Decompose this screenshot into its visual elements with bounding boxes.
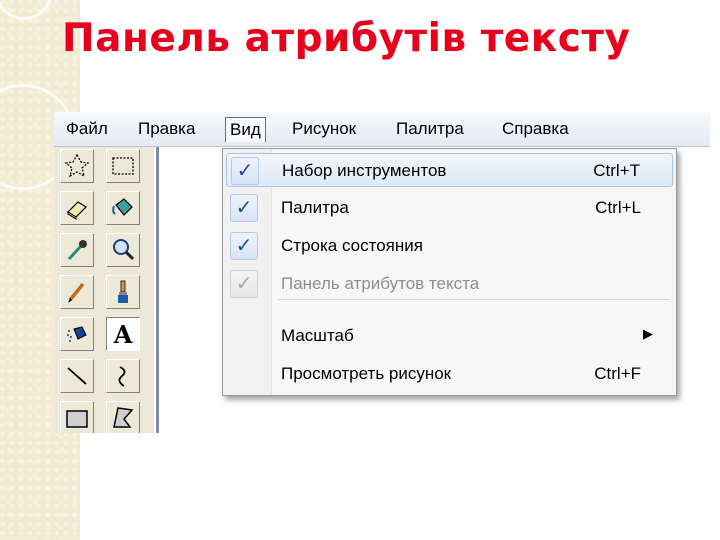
pencil-icon [68, 282, 85, 303]
slide-title: Панель атрибутів тексту [62, 16, 631, 61]
menu-file[interactable]: Файл [62, 118, 112, 140]
menu-item-status-bar[interactable]: ✓ Строка состояния [226, 229, 673, 263]
airbrush-icon [67, 326, 87, 342]
check-icon: ✓ [231, 157, 259, 185]
eraser-icon [67, 201, 87, 220]
text-tool[interactable]: A [106, 317, 140, 351]
rect-select-tool[interactable] [106, 149, 140, 183]
check-icon: ✓ [230, 194, 258, 222]
magnifier-icon [113, 239, 135, 261]
fill-tool[interactable] [106, 191, 140, 225]
menu-item-label: Просмотреть рисунок [281, 364, 452, 383]
color-picker-icon [67, 240, 87, 261]
curve-tool[interactable] [106, 359, 140, 393]
menu-bar: Файл Правка Вид Рисунок Палитра Справка [54, 112, 710, 147]
rect-select-icon [112, 157, 134, 175]
menu-separator [278, 299, 670, 300]
text-icon: A [113, 319, 133, 349]
fill-icon [112, 198, 133, 216]
menu-item-shortcut: Ctrl+T [593, 161, 640, 180]
curve-icon [118, 366, 126, 387]
menu-image[interactable]: Рисунок [288, 118, 360, 140]
free-select-icon [64, 153, 90, 178]
toolbox: A [54, 147, 154, 433]
check-icon: ✓ [230, 270, 258, 298]
brush-icon [118, 280, 128, 303]
airbrush-tool[interactable] [60, 317, 94, 351]
menu-view[interactable]: Вид [225, 117, 266, 142]
menu-item-label: Панель атрибутов текста [281, 274, 480, 293]
menu-item-label: Палитра [281, 198, 349, 217]
magnifier-tool[interactable] [106, 233, 140, 267]
color-picker-tool[interactable] [60, 233, 94, 267]
brush-tool[interactable] [106, 275, 140, 309]
rectangle-tool[interactable] [60, 401, 94, 433]
pencil-tool[interactable] [60, 275, 94, 309]
menu-item-palette[interactable]: ✓ Палитра Ctrl+L [226, 191, 673, 225]
menu-item-shortcut: Ctrl+L [595, 198, 641, 217]
menu-item-label: Масштаб [281, 326, 354, 345]
free-select-tool[interactable] [60, 149, 94, 183]
rectangle-icon [66, 410, 88, 428]
view-menu-dropdown: ✓ Набор инструментов Ctrl+T ✓ Палитра Ct… [222, 148, 677, 396]
submenu-arrow-icon: ▶ [643, 326, 653, 341]
menu-help[interactable]: Справка [498, 118, 573, 140]
line-tool[interactable] [60, 359, 94, 393]
eraser-tool[interactable] [60, 191, 94, 225]
menu-item-toolbox[interactable]: ✓ Набор инструментов Ctrl+T [226, 153, 673, 187]
menu-item-zoom[interactable]: Масштаб ▶ [226, 319, 673, 353]
menu-item-shortcut: Ctrl+F [594, 364, 641, 383]
polygon-tool[interactable] [106, 401, 140, 433]
menu-item-label: Набор инструментов [282, 161, 447, 180]
line-icon [67, 367, 87, 385]
menu-item-label: Строка состояния [281, 236, 423, 255]
menu-palette[interactable]: Палитра [392, 118, 468, 140]
decorative-circle [0, 0, 53, 20]
check-icon: ✓ [230, 232, 258, 260]
menu-item-view-bitmap[interactable]: Просмотреть рисунок Ctrl+F [226, 357, 673, 391]
polygon-icon [113, 407, 134, 428]
menu-edit[interactable]: Правка [134, 118, 199, 140]
menu-item-text-toolbar: ✓ Панель атрибутов текста [226, 267, 673, 301]
